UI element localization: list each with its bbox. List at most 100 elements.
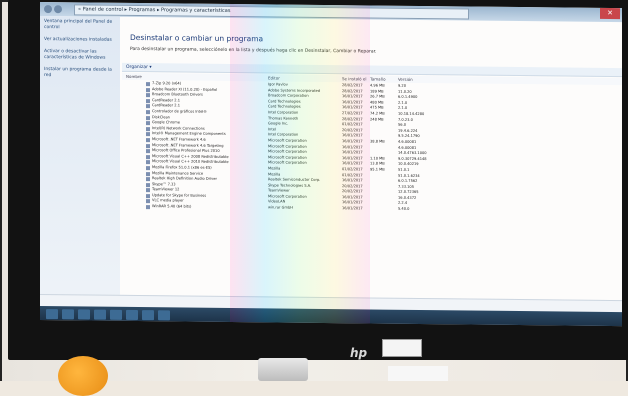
taskbar-button[interactable] (126, 309, 138, 321)
page-title: Desinstalar o cambiar un programa (130, 32, 264, 44)
table-cell: 51.0.1.6234 (398, 173, 420, 178)
table-cell: 28/02/2017 (342, 83, 363, 88)
taskbar-button[interactable] (110, 309, 122, 320)
table-cell: Intel® Management Engine Components (152, 131, 226, 137)
taskbar-button[interactable] (142, 310, 154, 321)
table-cell: 4.6.00081 (398, 145, 417, 150)
table-cell: 189 MB (370, 89, 384, 94)
table-cell: Mozilla (268, 171, 281, 177)
table-cell: 16/01/2017 (342, 150, 363, 155)
table-cell: 16/01/2017 (342, 178, 363, 183)
table-cell: Adobe Reader XI (11.0.20) - Español (152, 86, 218, 92)
table-cell: 9.5.24.1790 (398, 134, 420, 139)
table-cell: Mozilla Firefox 51.0.1 (x86 es-ES) (152, 165, 212, 170)
taskbar-button[interactable] (94, 309, 106, 320)
table-cell: 1.10 MB (370, 156, 385, 161)
table-cell: 11.0.20 (398, 89, 412, 94)
program-icon (146, 126, 150, 131)
table-cell: 28/02/2017 (342, 88, 363, 93)
taskbar-button[interactable] (78, 309, 90, 320)
column-header-version[interactable]: Versión (398, 77, 413, 82)
program-icon (146, 188, 150, 193)
table-cell: 20/02/2017 (342, 189, 363, 194)
program-icon (146, 110, 150, 115)
table-cell: 20/02/2017 (342, 183, 363, 189)
table-cell: 4.96 MB (370, 83, 385, 88)
program-icon (146, 87, 150, 92)
table-cell: Microsoft Corporation (268, 194, 307, 199)
table-cell: Microsoft .NET Framework 4.6 Targeting (152, 142, 224, 148)
table-cell: Microsoft Office Profesional Plus 2010 (152, 148, 220, 154)
table-cell: Thomas Kenneth (268, 115, 299, 121)
table-cell: 16/01/2017 (342, 99, 363, 105)
table-cell: 16/01/2017 (342, 200, 363, 205)
taskbar-button[interactable] (158, 310, 170, 321)
monitor-screen: « Panel de control ▸ Programas ▸ Program… (40, 2, 622, 327)
program-icon (146, 199, 150, 204)
table-cell: WinRAR 5.40 (64 bits) (152, 204, 192, 209)
table-cell: 4.6.00081 (398, 139, 417, 144)
table-cell: 01/02/2017 (342, 167, 363, 172)
table-cell: 6.0.1.4900 (398, 94, 418, 100)
table-cell: Card Technologies (268, 104, 301, 110)
table-cell: Skype Technologies S.A. (268, 183, 312, 188)
program-icon (146, 154, 150, 159)
table-cell: Microsoft Corporation (268, 155, 307, 160)
table-cell: Intel (268, 127, 276, 132)
taskbar-button[interactable] (46, 309, 58, 320)
table-cell: Intel Corporation (268, 110, 299, 115)
table-cell: Microsoft Corporation (268, 143, 307, 149)
table-cell: Intel Corporation (268, 132, 299, 138)
column-header-name[interactable]: Nombre (126, 74, 142, 79)
serial-sticker (382, 339, 422, 357)
table-cell: 95.1 MB (370, 167, 385, 172)
orange-fruit (58, 356, 108, 396)
table-cell: Google Inc. (268, 121, 289, 126)
monitor-bezel: « Panel de control ▸ Programas ▸ Program… (8, 0, 628, 360)
table-cell: 16/01/2017 (342, 105, 363, 110)
table-cell: Broadcom Corporation (268, 93, 309, 99)
taskbar-button[interactable] (62, 309, 74, 320)
table-cell: 6.0.1.7562 (398, 178, 418, 184)
table-cell: Microsoft Visual C++ 2008 Redistributabl… (152, 153, 229, 159)
sidebar-item-features[interactable]: Activar o desactivar las características… (40, 46, 120, 65)
table-cell: 13.8 MB (370, 161, 385, 166)
table-cell: Broadcom Bluetooth Drivers (152, 92, 203, 97)
sidebar-item-control-panel[interactable]: Ventana principal del Panel de control (40, 16, 120, 35)
table-cell: 7.33.105 (398, 184, 415, 189)
program-icon (146, 205, 150, 210)
column-header-publisher[interactable]: Editor (268, 75, 280, 80)
program-icon (146, 143, 150, 148)
table-cell: 9.20 (398, 83, 407, 88)
table-cell: Skype™ 7.33 (152, 181, 176, 187)
table-cell: TeamViewer (268, 188, 290, 193)
table-cell: Google Chrome (152, 120, 180, 125)
table-cell: Mozilla Maintenance Service (152, 170, 204, 176)
table-cell: 2.1.0 (398, 106, 408, 111)
table-cell: 480 MB (370, 100, 384, 105)
table-cell: TeamViewer 12 (152, 187, 180, 192)
back-icon[interactable] (44, 5, 52, 14)
table-cell: 51.0.1 (398, 167, 410, 172)
program-icon (146, 93, 150, 98)
forward-icon[interactable] (54, 5, 62, 14)
table-cell: 16/01/2017 (342, 133, 363, 138)
table-cell: 12.0.72365 (398, 190, 419, 195)
column-header-size[interactable]: Tamaño (370, 76, 386, 81)
table-cell: 16.0.4372 (398, 195, 417, 200)
column-header-installed[interactable]: Se instaló el (342, 76, 366, 81)
table-cell: Intel(R) Network Connections (152, 125, 205, 131)
table-cell: 2.2.4 (398, 201, 408, 206)
table-cell: Realtek Semiconductor Corp. (268, 177, 321, 183)
close-button[interactable]: ✕ (600, 7, 620, 20)
table-cell: 14.0.4763.1000 (398, 150, 427, 156)
sidebar-item-updates[interactable]: Ver actualizaciones instaladas (40, 34, 120, 47)
table-cell: 16/01/2017 (342, 161, 363, 166)
table-cell: 16/01/2017 (342, 94, 363, 99)
table-cell: 16/01/2017 (342, 155, 363, 161)
table-cell: VideoLAN (268, 199, 286, 205)
table-cell: 01/02/2017 (342, 172, 363, 177)
monitor-stand (258, 358, 308, 381)
table-cell: 7.0.23.0 (398, 117, 413, 122)
sidebar-item-network-install[interactable]: Instalar un programa desde la red (40, 64, 120, 83)
